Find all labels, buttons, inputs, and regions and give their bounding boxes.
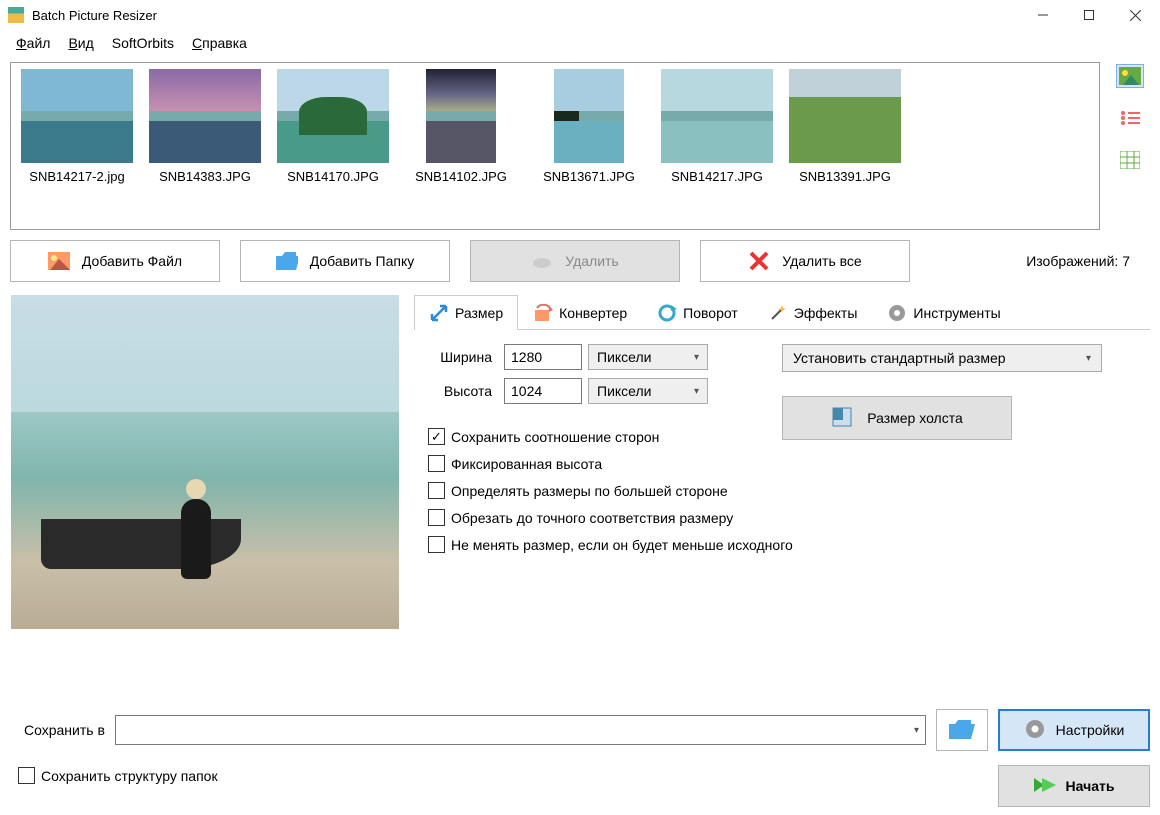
add-folder-button[interactable]: Добавить Папку [240, 240, 450, 282]
window-title: Batch Picture Resizer [32, 8, 1020, 23]
thumbnail-item[interactable]: SNB13671.JPG [529, 69, 649, 184]
thumbnail-image [277, 69, 389, 163]
fixed-height-label: Фиксированная высота [451, 456, 602, 472]
image-icon [48, 250, 70, 272]
play-icon [1034, 776, 1056, 797]
tabs: Размер Конвертер Поворот Эффекты Инструм… [414, 294, 1150, 330]
thumbnail-image [789, 69, 901, 163]
view-table-button[interactable] [1116, 148, 1144, 172]
folder-icon [276, 250, 298, 272]
thumbnail-filename: SNB14217-2.jpg [29, 169, 124, 184]
keep-structure-checkbox[interactable] [18, 767, 35, 784]
no-upscale-checkbox[interactable] [428, 536, 445, 553]
thumbnail-image [661, 69, 773, 163]
delete-all-button[interactable]: Удалить все [700, 240, 910, 282]
width-input[interactable] [504, 344, 582, 370]
keep-ratio-checkbox[interactable] [428, 428, 445, 445]
app-icon [8, 7, 24, 23]
thumbnail-item[interactable]: SNB13391.JPG [785, 69, 905, 184]
preview-pane [10, 294, 400, 630]
delete-label: Удалить [565, 253, 618, 269]
delete-button: Удалить [470, 240, 680, 282]
thumbnail-filename: SNB14102.JPG [415, 169, 507, 184]
width-label: Ширина [424, 349, 504, 365]
chevron-down-icon: ▾ [914, 725, 919, 736]
thumbnail-list[interactable]: SNB14217-2.jpg SNB14383.JPG SNB14170.JPG SN… [10, 62, 1100, 230]
by-larger-label: Определять размеры по большей стороне [451, 483, 728, 499]
thumbnail-filename: SNB13391.JPG [799, 169, 891, 184]
chevron-down-icon: ▾ [694, 352, 699, 363]
by-larger-checkbox[interactable] [428, 482, 445, 499]
keep-structure-label: Сохранить структуру папок [41, 768, 218, 784]
thumbnail-filename: SNB13671.JPG [543, 169, 635, 184]
menu-view[interactable]: Вид [60, 33, 101, 53]
thumbnail-image [554, 69, 624, 163]
tab-convert[interactable]: Конвертер [518, 295, 642, 330]
minimize-button[interactable] [1020, 0, 1066, 30]
standard-size-select[interactable]: Установить стандартный размер▾ [782, 344, 1102, 372]
menu-bar: Файл Вид SoftOrbits Справка [0, 30, 1160, 56]
canvas-size-button[interactable]: Размер холста [782, 396, 1012, 440]
keep-ratio-label: Сохранить соотношение сторон [451, 429, 659, 445]
canvas-icon [831, 406, 853, 431]
settings-button[interactable]: Настройки [998, 709, 1150, 751]
browse-button[interactable] [936, 709, 988, 751]
height-unit-select[interactable]: Пиксели▾ [588, 378, 708, 404]
wand-icon [768, 303, 788, 323]
image-count: Изображений: 7 [1026, 253, 1130, 269]
start-button[interactable]: Начать [998, 765, 1150, 807]
thumbnail-filename: SNB14217.JPG [671, 169, 763, 184]
fixed-height-checkbox[interactable] [428, 455, 445, 472]
menu-file[interactable]: Файл [8, 33, 58, 53]
width-unit-select[interactable]: Пиксели▾ [588, 344, 708, 370]
chevron-down-icon: ▾ [1086, 353, 1091, 364]
chevron-down-icon: ▾ [694, 386, 699, 397]
delete-all-label: Удалить все [782, 253, 861, 269]
folder-open-icon [949, 719, 975, 742]
view-thumbnails-button[interactable] [1116, 64, 1144, 88]
height-label: Высота [424, 383, 504, 399]
resize-icon [429, 303, 449, 323]
thumbnail-image [149, 69, 261, 163]
gear-icon [887, 303, 907, 323]
preview-image [11, 295, 399, 629]
thumbnail-image [426, 69, 496, 163]
maximize-button[interactable] [1066, 0, 1112, 30]
menu-help[interactable]: Справка [184, 33, 255, 53]
add-file-button[interactable]: Добавить Файл [10, 240, 220, 282]
size-panel: Ширина Пиксели▾ Высота Пиксели▾ Установи… [414, 330, 1150, 567]
thumbnail-image [21, 69, 133, 163]
thumbnail-item[interactable]: SNB14170.JPG [273, 69, 393, 184]
tab-effects[interactable]: Эффекты [753, 295, 873, 330]
height-input[interactable] [504, 378, 582, 404]
tab-rotate[interactable]: Поворот [642, 295, 753, 330]
save-in-label: Сохранить в [10, 722, 105, 738]
add-file-label: Добавить Файл [82, 253, 182, 269]
crop-exact-label: Обрезать до точного соответствия размеру [451, 510, 733, 526]
eraser-icon [531, 250, 553, 272]
tab-size[interactable]: Размер [414, 295, 518, 330]
crop-exact-checkbox[interactable] [428, 509, 445, 526]
thumbnail-filename: SNB14170.JPG [287, 169, 379, 184]
x-icon [748, 250, 770, 272]
title-bar: Batch Picture Resizer [0, 0, 1160, 30]
gear-icon [1024, 718, 1046, 743]
thumbnail-filename: SNB14383.JPG [159, 169, 251, 184]
thumbnail-item[interactable]: SNB14383.JPG [145, 69, 265, 184]
rotate-icon [657, 303, 677, 323]
no-upscale-label: Не менять размер, если он будет меньше и… [451, 537, 793, 553]
tab-tools[interactable]: Инструменты [872, 295, 1015, 330]
thumbnail-item[interactable]: SNB14102.JPG [401, 69, 521, 184]
close-button[interactable] [1112, 0, 1158, 30]
menu-softorbits[interactable]: SoftOrbits [104, 33, 182, 53]
toolbar: Добавить Файл Добавить Папку Удалить Уда… [10, 240, 1150, 282]
convert-icon [533, 303, 553, 323]
save-path-select[interactable]: ▾ [115, 715, 926, 745]
thumbnail-item[interactable]: SNB14217-2.jpg [17, 69, 137, 184]
add-folder-label: Добавить Папку [310, 253, 414, 269]
thumbnail-item[interactable]: SNB14217.JPG [657, 69, 777, 184]
view-list-button[interactable] [1116, 106, 1144, 130]
